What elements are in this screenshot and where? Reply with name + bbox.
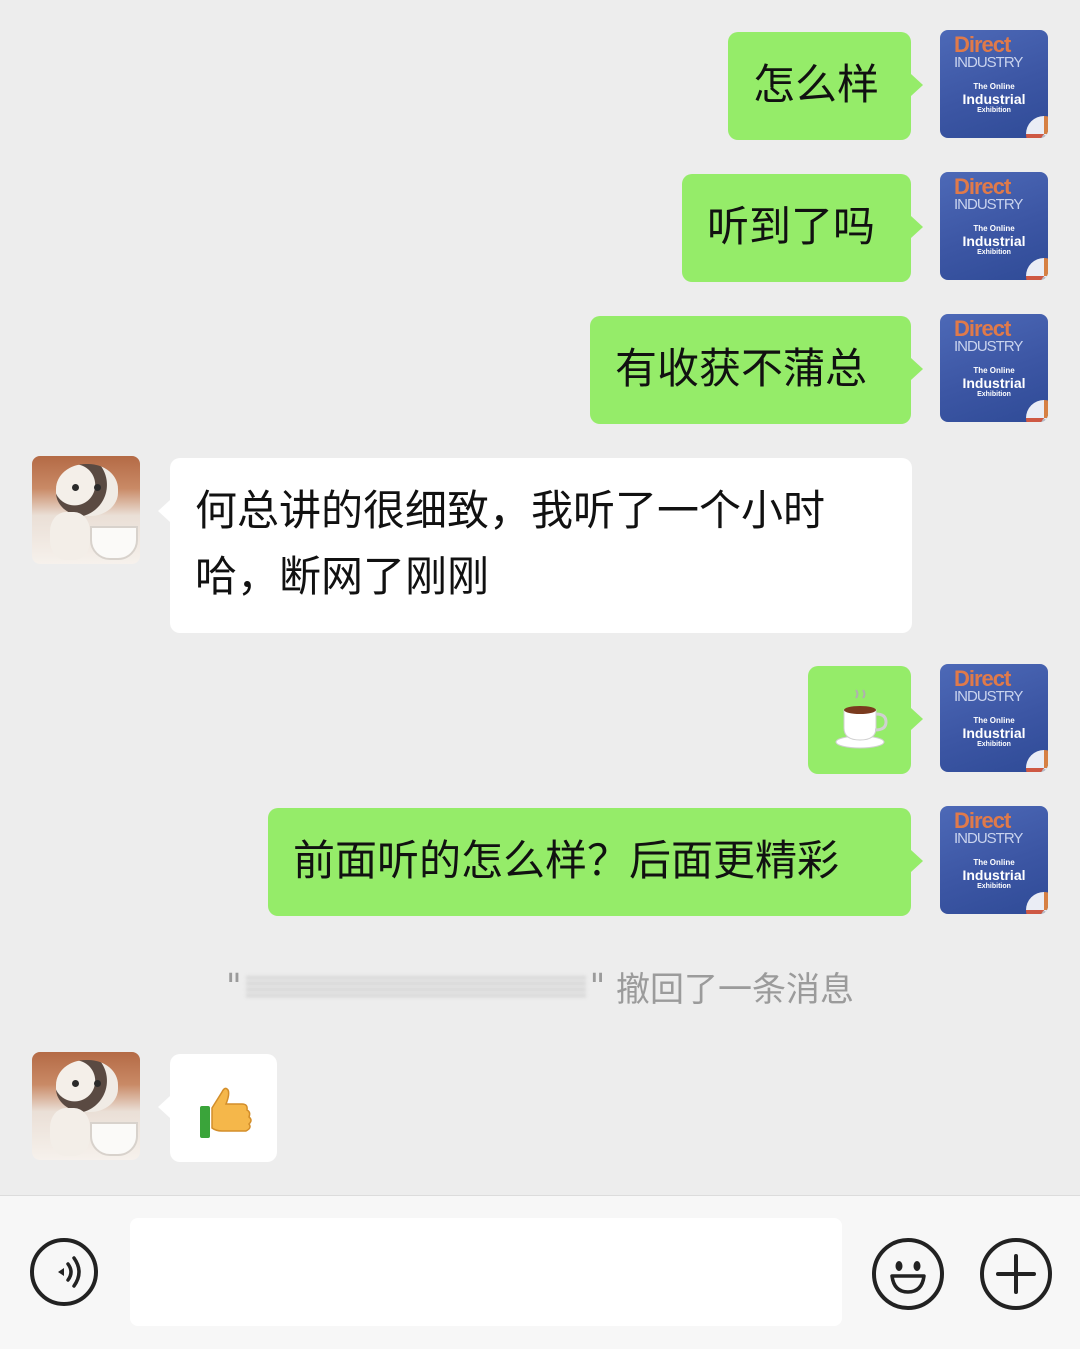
avatar-logo-text: INDUSTRY xyxy=(954,196,1023,213)
avatar-logo-text: Industrial xyxy=(962,725,1026,741)
cat-eye xyxy=(94,1080,101,1087)
avatar-logo-text: Industrial xyxy=(962,91,1026,107)
self-avatar[interactable]: Direct INDUSTRY The Online Industrial Ex… xyxy=(940,806,1048,914)
logo-wheel-icon xyxy=(1026,892,1048,914)
avatar-logo-text: The Online xyxy=(973,82,1015,91)
avatar-logo-text: INDUSTRY xyxy=(954,688,1023,705)
avatar-logo-text: Industrial xyxy=(962,233,1026,249)
message-text: 前面听的怎么样？后面更精彩 xyxy=(293,836,840,885)
emoji-button[interactable] xyxy=(872,1238,944,1310)
message-bubble[interactable]: 有收获不蒲总 xyxy=(590,316,923,424)
avatar-logo-text: Exhibition xyxy=(977,883,1011,890)
more-button[interactable] xyxy=(980,1238,1052,1310)
message-text: 听到了吗 xyxy=(707,202,876,251)
input-bar xyxy=(0,1195,1080,1349)
chat-area: 怎么样 Direct INDUSTRY The Online Industria… xyxy=(0,0,1080,1195)
message-bubble[interactable]: 前面听的怎么样？后面更精彩 xyxy=(268,808,923,916)
cup-shape xyxy=(90,526,138,560)
message-bubble[interactable] xyxy=(158,1054,277,1162)
message-text: 有收获不蒲总 xyxy=(615,344,868,393)
recall-quote-open: " xyxy=(225,966,242,1007)
message-row: 何总讲的很细致，我听了一个小时哈，断网了刚刚 xyxy=(0,456,1080,634)
message-bubble[interactable]: 何总讲的很细致，我听了一个小时哈，断网了刚刚 xyxy=(158,458,912,633)
plus-icon xyxy=(996,1254,1036,1294)
avatar-logo-text: Industrial xyxy=(962,375,1026,391)
message-row: 有收获不蒲总 Direct INDUSTRY The Online Indust… xyxy=(0,314,1080,426)
avatar-logo-text: INDUSTRY xyxy=(954,54,1023,71)
cat-eye xyxy=(72,484,79,491)
self-avatar[interactable]: Direct INDUSTRY The Online Industrial Ex… xyxy=(940,314,1048,422)
message-text: 何总讲的很细致，我听了一个小时哈，断网了刚刚 xyxy=(195,486,826,601)
avatar-logo-text: The Online xyxy=(973,224,1015,233)
thumbs-up-icon xyxy=(200,1087,252,1138)
avatar-logo-text: Exhibition xyxy=(977,741,1011,748)
cat-eye xyxy=(94,484,101,491)
message-row xyxy=(0,1052,1080,1164)
contact-avatar[interactable] xyxy=(32,1052,140,1160)
message-row: 听到了吗 Direct INDUSTRY The Online Industri… xyxy=(0,172,1080,284)
recall-quote-close: " xyxy=(589,966,606,1007)
avatar-logo-text: Exhibition xyxy=(977,107,1011,114)
cat-photo-icon xyxy=(56,464,118,516)
voice-button[interactable] xyxy=(30,1238,98,1306)
logo-wheel-icon xyxy=(1026,116,1048,138)
avatar-logo-text: INDUSTRY xyxy=(954,830,1023,847)
logo-wheel-icon xyxy=(1026,750,1048,772)
coffee-cup-icon xyxy=(835,689,888,749)
avatar-logo-text: Industrial xyxy=(962,867,1026,883)
logo-wheel-icon xyxy=(1026,258,1048,280)
avatar-logo-text: Exhibition xyxy=(977,391,1011,398)
message-input[interactable] xyxy=(130,1218,842,1326)
message-row: 前面听的怎么样？后面更精彩 Direct INDUSTRY The Online… xyxy=(0,806,1080,918)
contact-avatar[interactable] xyxy=(32,456,140,564)
avatar-logo-text: The Online xyxy=(973,716,1015,725)
voice-icon xyxy=(58,1256,81,1288)
self-avatar[interactable]: Direct INDUSTRY The Online Industrial Ex… xyxy=(940,30,1048,138)
message-row: 怎么样 Direct INDUSTRY The Online Industria… xyxy=(0,30,1080,142)
blurred-name xyxy=(245,975,586,998)
recall-text: 撤回了一条消息 xyxy=(616,970,855,1010)
self-avatar[interactable]: Direct INDUSTRY The Online Industrial Ex… xyxy=(940,664,1048,772)
avatar-logo-text: INDUSTRY xyxy=(954,338,1023,355)
message-bubble[interactable]: 听到了吗 xyxy=(682,174,923,282)
cat-paw xyxy=(50,512,90,560)
cup-shape xyxy=(90,1122,138,1156)
message-text: 怎么样 xyxy=(753,60,880,109)
recall-notice: " " 撤回了一条消息 xyxy=(0,962,1080,1012)
logo-wheel-icon xyxy=(1026,400,1048,422)
message-row: Direct INDUSTRY The Online Industrial Ex… xyxy=(0,664,1080,776)
avatar-logo-text: The Online xyxy=(973,366,1015,375)
message-bubble[interactable] xyxy=(808,666,923,774)
avatar-logo-text: Exhibition xyxy=(977,249,1011,256)
avatar-logo-text: The Online xyxy=(973,858,1015,867)
smiley-icon xyxy=(890,1261,926,1294)
self-avatar[interactable]: Direct INDUSTRY The Online Industrial Ex… xyxy=(940,172,1048,280)
cat-photo-icon xyxy=(56,1060,118,1112)
cat-eye xyxy=(72,1080,79,1087)
cat-paw xyxy=(50,1108,90,1156)
message-bubble[interactable]: 怎么样 xyxy=(728,32,923,140)
